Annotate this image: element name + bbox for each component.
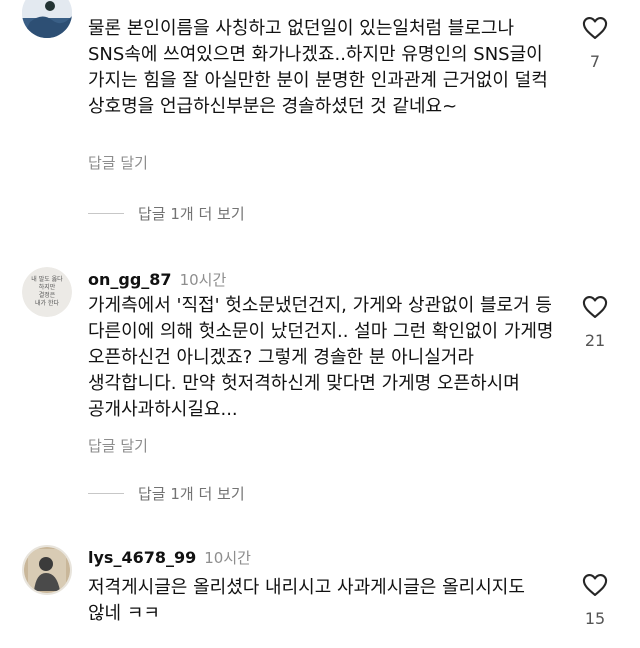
avatar[interactable] <box>22 0 72 38</box>
like-count: 7 <box>589 52 601 71</box>
svg-text:결정은: 결정은 <box>39 291 56 299</box>
comment-2: 내 말도 옳다 하지만 결정은 내가 한다 on_gg_87 10시간 가게측에서… <box>0 255 640 525</box>
svg-text:내 말도 옳다: 내 말도 옳다 <box>31 275 63 283</box>
avatar[interactable]: 내 말도 옳다 하지만 결정은 내가 한다 <box>22 267 72 317</box>
heart-outline-icon[interactable] <box>580 14 610 42</box>
avatar-image <box>22 0 72 38</box>
like-group: 15 <box>578 571 612 628</box>
view-more-replies-label: 답글 1개 더 보기 <box>138 204 245 223</box>
comment-header: lys_4678_99 10시간 <box>88 547 251 568</box>
heart-outline-icon[interactable] <box>580 293 610 321</box>
comment-text: 가게측에서 '직접' 헛소문냈던건지, 가게와 상관없이 블로거 등 다른이에 … <box>88 295 560 420</box>
username-link[interactable]: lys_4678_99 <box>88 548 196 567</box>
view-more-replies-label: 답글 1개 더 보기 <box>138 484 245 503</box>
like-count: 21 <box>584 331 606 350</box>
divider-line <box>88 492 124 494</box>
like-group: 7 <box>578 14 612 71</box>
comment-time: 10시간 <box>179 271 227 289</box>
comment-text: 물론 본인이름을 사칭하고 없던일이 있는일처럼 블로그나 SNS속에 쓰여있으… <box>88 18 554 117</box>
comment-header: on_gg_87 10시간 <box>88 269 226 290</box>
view-more-replies-button[interactable]: 답글 1개 더 보기 <box>88 483 245 503</box>
comment-1: 물론 본인이름을 사칭하고 없던일이 있는일처럼 블로그나 SNS속에 쓰여있으… <box>0 0 640 240</box>
svg-text:하지만: 하지만 <box>39 283 56 291</box>
username-link[interactable]: on_gg_87 <box>88 270 172 289</box>
view-more-replies-button[interactable]: 답글 1개 더 보기 <box>88 203 245 223</box>
reply-button[interactable]: 답글 달기 <box>88 152 148 173</box>
comment-text: 저격게시글은 올리셨다 내리시고 사과게시글은 올리시지도 않네 ㅋㅋ <box>88 577 531 624</box>
heart-outline-icon[interactable] <box>580 571 610 599</box>
divider-line <box>88 212 124 214</box>
reply-button[interactable]: 답글 달기 <box>88 435 148 456</box>
avatar[interactable] <box>22 545 72 595</box>
svg-text:내가 한다: 내가 한다 <box>35 299 59 307</box>
comment-time: 10시간 <box>204 549 251 567</box>
comment-3: lys_4678_99 10시간 저격게시글은 올리셨다 내리시고 사과게시글은 … <box>0 535 640 648</box>
avatar-image <box>24 547 70 593</box>
like-count: 15 <box>584 609 606 628</box>
avatar-image: 내 말도 옳다 하지만 결정은 내가 한다 <box>22 267 72 317</box>
like-group: 21 <box>578 293 612 350</box>
